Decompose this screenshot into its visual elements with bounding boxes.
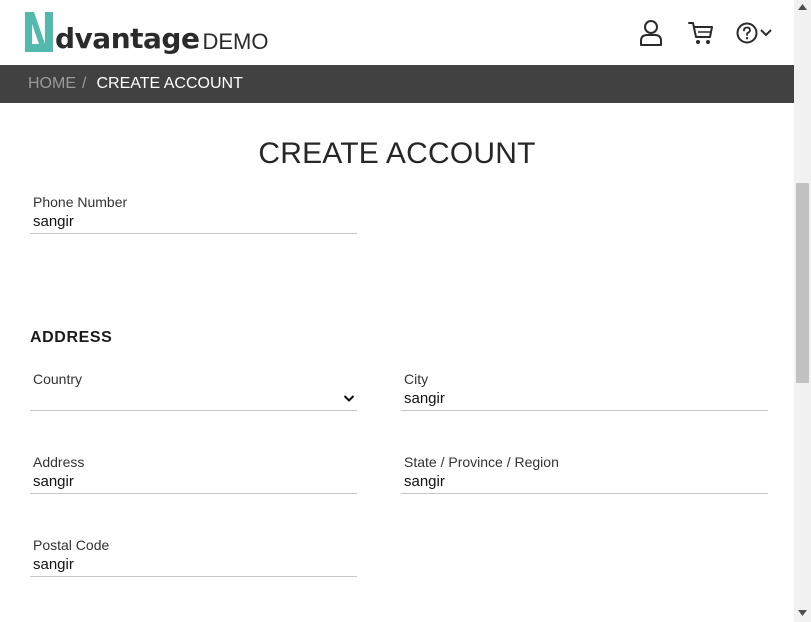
site-header: dvantage DEMO [0, 0, 794, 65]
city-input[interactable] [401, 387, 768, 411]
help-icon [736, 22, 758, 44]
page-title: CREATE ACCOUNT [258, 137, 536, 170]
address-field: Address [30, 454, 357, 494]
logo-mark-icon [25, 12, 53, 52]
breadcrumb-home-link[interactable]: HOME [28, 75, 76, 93]
country-label: Country [33, 371, 83, 387]
scroll-down-arrow-icon[interactable] [798, 610, 807, 616]
state-input[interactable] [401, 470, 768, 494]
user-icon [640, 20, 662, 46]
address-label: Address [33, 454, 85, 470]
country-field: Country [30, 371, 357, 411]
vertical-scrollbar[interactable] [794, 0, 811, 622]
phone-label: Phone Number [33, 196, 128, 210]
phone-field: Phone Number [30, 196, 357, 239]
help-menu-button[interactable] [736, 22, 772, 44]
state-label: State / Province / Region [404, 454, 559, 470]
breadcrumb-separator: / [82, 75, 87, 92]
page: dvantage DEMO HOME / CREATE ACCOUNT CREA… [0, 0, 794, 622]
logo-text: dvantage [55, 22, 200, 55]
phone-input[interactable] [30, 210, 357, 234]
logo-subtext: DEMO [202, 29, 269, 54]
breadcrumb: HOME / CREATE ACCOUNT [0, 65, 794, 103]
postal-field: Postal Code [30, 537, 357, 577]
city-field: City [401, 371, 768, 411]
scroll-up-arrow-icon[interactable] [798, 4, 807, 10]
logo[interactable]: dvantage DEMO [22, 10, 268, 54]
city-label: City [404, 371, 429, 387]
chevron-down-icon [343, 395, 355, 402]
state-field: State / Province / Region [401, 454, 768, 494]
breadcrumb-current: CREATE ACCOUNT [96, 75, 243, 92]
address-section-title: ADDRESS [30, 329, 113, 346]
postal-input[interactable] [30, 553, 357, 577]
country-select[interactable] [30, 387, 357, 411]
chevron-down-icon [760, 29, 772, 37]
postal-label: Postal Code [33, 537, 110, 553]
cart-button[interactable] [686, 18, 716, 48]
user-menu-button[interactable] [636, 18, 666, 48]
cart-icon [688, 22, 713, 44]
scrollbar-thumb[interactable] [796, 183, 809, 383]
address-input[interactable] [30, 470, 357, 494]
header-actions [636, 18, 772, 48]
